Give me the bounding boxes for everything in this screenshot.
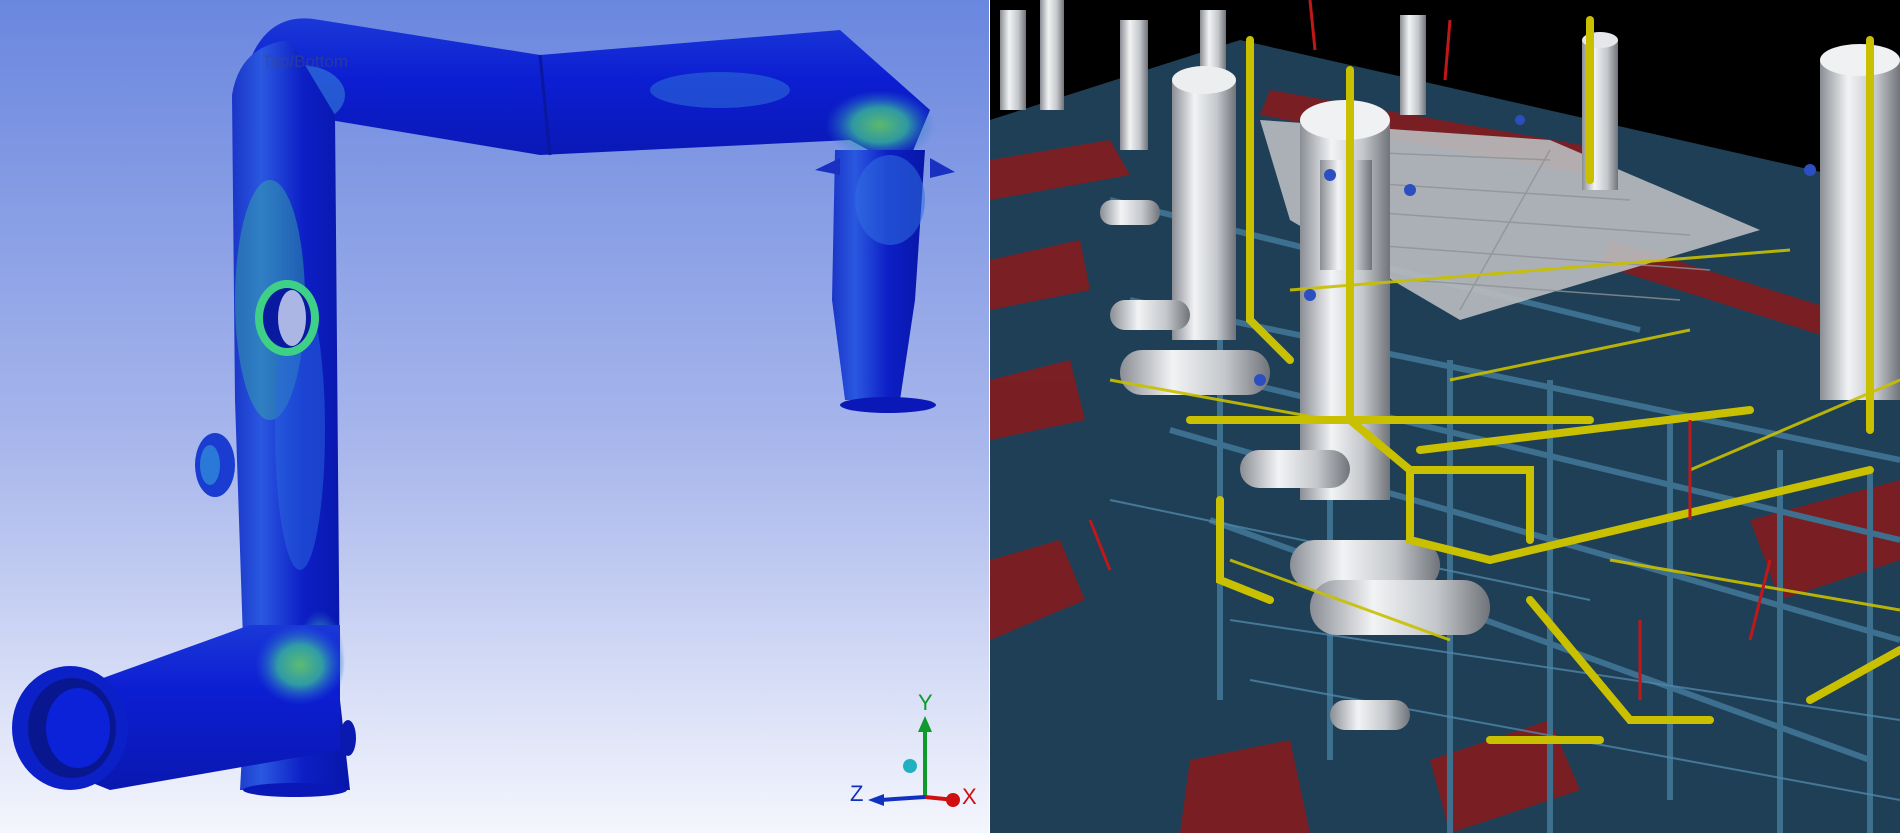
- view-orientation-label: Top/Bottom: [262, 52, 348, 71]
- fea-stress-plot: [0, 0, 989, 833]
- distillation-column-right: [1820, 60, 1900, 400]
- right-leg-flange: [840, 397, 936, 413]
- plant-3d-model-view: [990, 0, 1900, 833]
- z-axis-label: Z: [850, 781, 864, 806]
- y-axis-label: Y: [918, 690, 933, 715]
- fea-stress-view: Top/Bottom Y X Z: [0, 0, 989, 833]
- plant-model-render: [990, 0, 1900, 833]
- distillation-column-1: [1172, 80, 1236, 340]
- x-axis-label: X: [962, 784, 977, 809]
